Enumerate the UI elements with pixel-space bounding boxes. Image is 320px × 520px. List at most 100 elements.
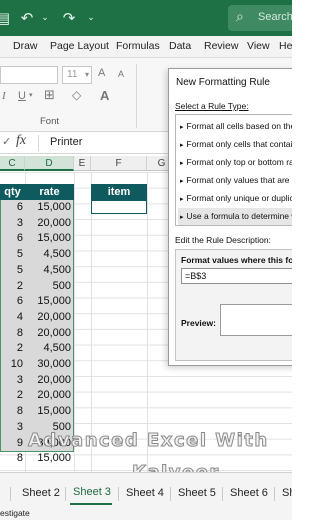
rate-cell[interactable]: 15,000 [26,231,71,247]
sheet-tab-7[interactable]: Sh [282,487,292,499]
rate-cell[interactable]: 4,500 [26,341,71,357]
status-text: estigate [0,508,30,518]
font-name-box[interactable] [0,66,58,84]
watermark-line-1: Advanced Excel With [28,430,269,452]
enter-check-icon[interactable]: ✓ [2,135,11,148]
font-color-icon[interactable]: A [100,88,109,103]
insert-function-icon[interactable]: fx [16,133,26,149]
rule-description-box: Format values where this formula is true… [175,249,292,361]
rate-cell[interactable]: 20,000 [26,216,71,232]
qty-cell[interactable]: 6 [0,294,23,310]
qty-cell[interactable]: 4 [0,310,23,326]
sheet-tab-6[interactable]: Sheet 6 [230,487,268,499]
bullet-icon: ▸ [180,142,184,149]
column-header-c[interactable]: C [0,156,25,171]
tab-review[interactable]: Review [204,40,238,52]
customize-toolbar-icon[interactable]: ⌄ [80,8,102,28]
underline-button[interactable]: U [18,90,26,102]
qty-cell[interactable]: 2 [0,341,23,357]
qty-cell[interactable]: 5 [0,263,23,279]
column-header-e[interactable]: E [74,156,91,171]
tab-divider [274,487,275,501]
preview-box [220,304,292,336]
rate-cell[interactable]: 30,000 [26,357,71,373]
item-input-cell[interactable] [91,200,147,214]
rate-cell[interactable]: 4,500 [26,247,71,263]
rule-type-item[interactable]: ▸Format only top or bottom ranked values [178,154,292,171]
qty-cell[interactable]: 8 [0,451,23,467]
tab-divider [118,487,119,501]
search-label: Search [258,11,292,23]
qty-header[interactable]: qty [0,184,25,200]
qty-cell[interactable]: 8 [0,326,23,342]
new-formatting-rule-dialog: New Formatting Rule Select a Rule Type: … [168,68,292,366]
tab-draw[interactable]: Draw [13,40,38,52]
qty-cell[interactable]: 3 [0,373,23,389]
ribbon-tabs: Draw Page Layout Formulas Data Review Vi… [0,36,292,58]
qty-cell[interactable]: 3 [0,420,23,436]
qty-cell[interactable]: 6 [0,200,23,216]
bullet-icon: ▸ [180,160,184,167]
underline-dropdown-icon[interactable]: ▾ [29,91,33,99]
rate-cell[interactable]: 20,000 [26,388,71,404]
grow-font-button[interactable]: A [98,67,105,79]
rate-cell[interactable]: 20,000 [26,373,71,389]
qty-cell[interactable]: 3 [0,216,23,232]
rule-formula-input[interactable]: =B$3 [181,268,292,284]
rate-cell[interactable]: 15,000 [26,200,71,216]
rate-cell[interactable]: 4,500 [26,263,71,279]
qty-cell[interactable]: 6 [0,231,23,247]
formula-input[interactable]: Printer [50,136,82,148]
rate-cell[interactable]: 20,000 [26,310,71,326]
rule-type-item[interactable]: ▸ Format only cells that contain [178,136,292,153]
active-tab-indicator [70,503,112,505]
borders-icon[interactable]: ⊞ [44,88,55,103]
rate-cell[interactable]: 15,000 [26,294,71,310]
rate-cell[interactable]: 20,000 [26,326,71,342]
search-box[interactable]: ⌕ Search [228,5,292,31]
select-rule-type-label: Select a Rule Type: [175,101,249,111]
sheet-tab-4[interactable]: Sheet 4 [126,487,164,499]
italic-button[interactable]: I [2,90,6,102]
rule-type-label: Format only values that are above or bel… [186,175,292,185]
qty-cell[interactable]: 5 [0,247,23,263]
rule-type-item[interactable]: ▸Format all cells based on their values [178,118,292,135]
qty-cell[interactable]: 10 [0,357,23,373]
qty-cell[interactable]: 2 [0,279,23,295]
qty-cell[interactable]: 2 [0,388,23,404]
rule-type-item-selected[interactable]: ▸Use a formula to determine which cells … [178,208,292,225]
bullet-icon: ▸ [180,214,184,221]
tab-view[interactable]: View [247,40,270,52]
sheet-tab-3[interactable]: Sheet 3 [73,486,111,498]
shrink-font-button[interactable]: A [118,69,124,79]
qty-cell[interactable]: 8 [0,404,23,420]
sheet-tab-5[interactable]: Sheet 5 [178,487,216,499]
quick-access-icon[interactable]: ▤ [0,8,14,28]
tab-data[interactable]: Data [169,40,191,52]
column-header-d[interactable]: D [25,156,74,171]
excel-window: ▤ ↶ ⌄ ↷ ⌄ ⌕ Search Draw Page Layout Form… [0,0,292,520]
tab-page-layout[interactable]: Page Layout [50,40,109,52]
rate-header[interactable]: rate [25,184,74,200]
rule-type-list: ▸Format all cells based on their values … [175,114,292,226]
column-header-f[interactable]: F [91,156,147,171]
sheet-tab-2[interactable]: Sheet 2 [22,487,60,499]
chevron-down-icon: ▾ [84,70,89,79]
rate-cell[interactable]: 500 [26,279,71,295]
rate-cell[interactable]: 15,000 [26,404,71,420]
title-bar: ▤ ↶ ⌄ ↷ ⌄ ⌕ Search [0,0,292,36]
font-size-box[interactable]: 11 ▾ [62,66,92,84]
redo-icon[interactable]: ↷ [58,8,80,28]
fill-color-icon[interactable]: ◇ [72,88,81,102]
rule-type-item[interactable]: ▸Format only values that are above or be… [178,172,292,189]
rule-type-label: Format only unique or duplicate values [186,193,292,203]
status-bar: estigate [0,508,292,520]
tab-help[interactable]: He [279,40,292,52]
tab-divider [222,487,223,501]
qty-cell[interactable]: 9 [0,436,23,452]
item-header[interactable]: item [91,184,147,200]
rate-cell[interactable]: 15,000 [26,451,71,467]
undo-dropdown-icon[interactable]: ⌄ [34,8,56,28]
rule-type-item[interactable]: ▸Format only unique or duplicate values [178,190,292,207]
tab-formulas[interactable]: Formulas [116,40,160,52]
